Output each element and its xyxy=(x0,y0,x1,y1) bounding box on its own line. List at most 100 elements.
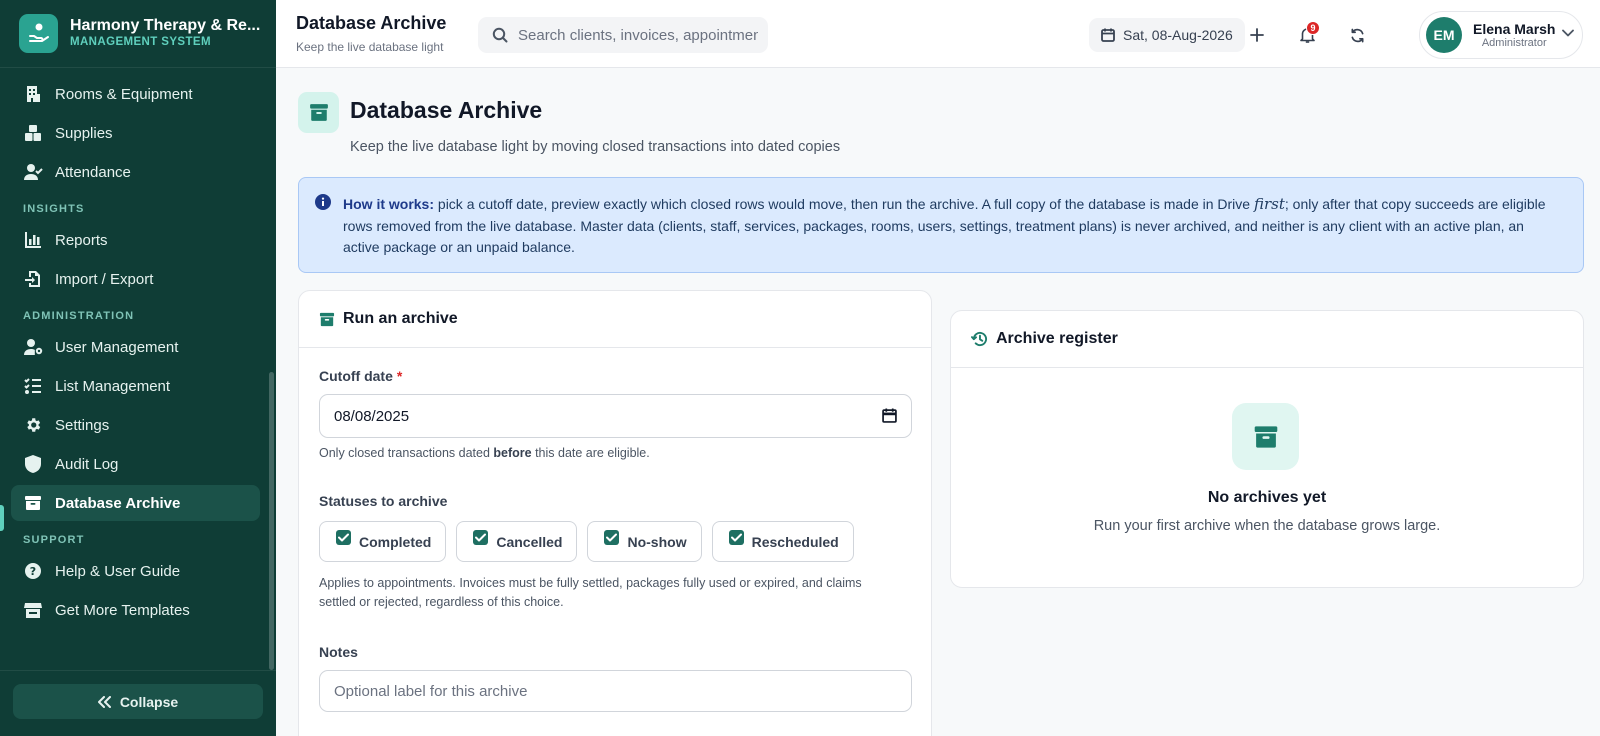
sidebar-footer: Collapse xyxy=(0,670,276,736)
how-it-works-notice: How it works: pick a cutoff date, previe… xyxy=(298,177,1584,273)
current-date: Sat, 08-Aug-2026 xyxy=(1123,27,1233,43)
archive-icon xyxy=(319,312,335,327)
status-label: Completed xyxy=(359,533,432,550)
status-completed-checkbox[interactable]: Completed xyxy=(319,521,447,562)
plus-icon xyxy=(1250,28,1264,42)
status-rescheduled-checkbox[interactable]: Rescheduled xyxy=(711,521,854,562)
sidebar-item-audit-log[interactable]: Audit Log xyxy=(11,446,260,482)
status-label: Rescheduled xyxy=(751,533,839,550)
checkbox-checked-icon xyxy=(728,530,744,545)
header-subtitle: Keep the live database light xyxy=(296,40,444,54)
brand-title: Harmony Therapy & Re... xyxy=(70,17,261,35)
search-input[interactable] xyxy=(518,26,758,44)
list-check-icon xyxy=(23,376,43,396)
sidebar-item-label: Audit Log xyxy=(55,455,119,473)
building-icon xyxy=(23,84,43,104)
refresh-icon xyxy=(1350,28,1365,43)
info-icon xyxy=(315,194,331,210)
user-menu[interactable]: EM Elena Marsh Administrator xyxy=(1419,11,1583,59)
notes-label: Notes xyxy=(319,644,358,660)
cutoff-date-label: Cutoff date * xyxy=(319,368,402,384)
brand[interactable]: Harmony Therapy & Re... MANAGEMENT SYSTE… xyxy=(0,0,276,68)
sidebar-item-user-management[interactable]: User Management xyxy=(11,329,260,365)
sidebar-item-import-export[interactable]: Import / Export xyxy=(11,261,260,297)
run-archive-title: Run an archive xyxy=(343,310,458,327)
sidebar-item-help[interactable]: ? Help & User Guide xyxy=(11,553,260,589)
archive-icon xyxy=(23,493,43,513)
sidebar-nav: Rooms & Equipment Supplies Attendance IN… xyxy=(0,76,276,631)
empty-state-subtitle: Run your first archive when the database… xyxy=(1093,518,1441,534)
status-no-show-checkbox[interactable]: No-show xyxy=(587,521,702,562)
run-archive-card: Run an archive Cutoff date * 08/08/2025 O… xyxy=(298,290,932,736)
collapse-button[interactable]: Collapse xyxy=(13,684,263,719)
sidebar-item-label: Settings xyxy=(55,416,110,434)
sidebar-item-label: Supplies xyxy=(55,124,113,142)
checkbox-checked-icon xyxy=(473,530,489,545)
add-button[interactable] xyxy=(1242,20,1272,50)
sidebar-item-templates[interactable]: Get More Templates xyxy=(11,592,260,628)
shield-icon xyxy=(23,454,43,474)
checkbox-checked-icon xyxy=(604,530,620,545)
info-lead: How it works: xyxy=(343,196,435,212)
store-icon xyxy=(23,600,43,620)
page-title: Database Archive xyxy=(350,97,543,123)
notifications-button[interactable]: 9 xyxy=(1292,20,1322,50)
global-search xyxy=(478,17,768,53)
run-archive-header: Run an archive xyxy=(299,291,931,348)
sidebar-section-insights: INSIGHTS xyxy=(23,203,85,215)
sidebar-item-label: Reports xyxy=(55,231,108,249)
calendar-icon xyxy=(1101,28,1115,42)
checkbox-checked-icon xyxy=(336,530,351,545)
info-emphasis: first xyxy=(1253,195,1285,213)
statuses-label: Statuses to archive xyxy=(319,493,448,509)
user-name: Elena Marsh xyxy=(1473,20,1556,37)
refresh-button[interactable] xyxy=(1342,20,1372,50)
calendar-picker-icon[interactable] xyxy=(882,408,897,423)
sidebar-item-label: User Management xyxy=(55,338,179,356)
brand-subtitle: MANAGEMENT SYSTEM xyxy=(70,36,211,49)
sidebar-item-list-management[interactable]: List Management xyxy=(11,368,260,404)
sidebar-item-attendance[interactable]: Attendance xyxy=(11,154,260,190)
empty-archive-icon xyxy=(1232,403,1299,470)
sidebar-item-label: Database Archive xyxy=(55,494,181,512)
sidebar-item-label: Rooms & Equipment xyxy=(55,85,193,103)
avatar: EM xyxy=(1426,17,1462,53)
user-role: Administrator xyxy=(1481,36,1547,49)
cutoff-date-value: 08/08/2025 xyxy=(334,407,410,425)
cutoff-label-text: Cutoff date xyxy=(319,368,393,384)
sidebar-item-label: List Management xyxy=(55,377,171,395)
current-date-chip[interactable]: Sat, 08-Aug-2026 xyxy=(1089,18,1245,52)
info-text-part1: pick a cutoff date, preview exactly whic… xyxy=(434,196,1254,212)
collapse-label: Collapse xyxy=(119,693,179,710)
cutoff-hint-post: this date are eligible. xyxy=(531,446,650,460)
empty-state-title: No archives yet xyxy=(1207,489,1327,506)
sidebar-item-supplies[interactable]: Supplies xyxy=(11,115,260,151)
cutoff-hint-pre: Only closed transactions dated xyxy=(319,446,494,460)
sidebar-item-reports[interactable]: Reports xyxy=(11,222,260,258)
sidebar: Harmony Therapy & Re... MANAGEMENT SYSTE… xyxy=(0,0,276,736)
notification-badge: 9 xyxy=(1306,21,1320,35)
chevrons-left-icon xyxy=(97,695,112,708)
sidebar-scrollbar[interactable] xyxy=(269,372,274,670)
statuses-hint: Applies to appointments. Invoices must b… xyxy=(319,576,862,609)
cutoff-date-input[interactable]: 08/08/2025 xyxy=(319,394,912,438)
sidebar-item-settings[interactable]: Settings xyxy=(11,407,260,443)
sidebar-item-label: Attendance xyxy=(55,163,131,181)
search-icon xyxy=(492,27,508,43)
status-cancelled-checkbox[interactable]: Cancelled xyxy=(456,521,578,562)
archive-register-header: Archive register xyxy=(951,311,1583,368)
sidebar-item-database-archive[interactable]: Database Archive xyxy=(11,485,260,521)
info-text: How it works: pick a cutoff date, previe… xyxy=(343,194,1559,259)
chevron-down-icon xyxy=(1562,29,1574,37)
file-import-icon xyxy=(23,269,43,289)
history-icon xyxy=(971,331,988,347)
sidebar-item-label: Get More Templates xyxy=(55,601,190,619)
sidebar-section-support: SUPPORT xyxy=(23,534,85,546)
archive-register-title: Archive register xyxy=(996,330,1118,347)
boxes-icon xyxy=(23,123,43,143)
top-header: Database Archive Keep the live database … xyxy=(276,0,1600,68)
sidebar-item-rooms-equipment[interactable]: Rooms & Equipment xyxy=(11,76,260,112)
sidebar-item-label: Import / Export xyxy=(55,270,154,288)
notes-input[interactable] xyxy=(319,670,912,712)
user-gear-icon xyxy=(23,337,43,357)
